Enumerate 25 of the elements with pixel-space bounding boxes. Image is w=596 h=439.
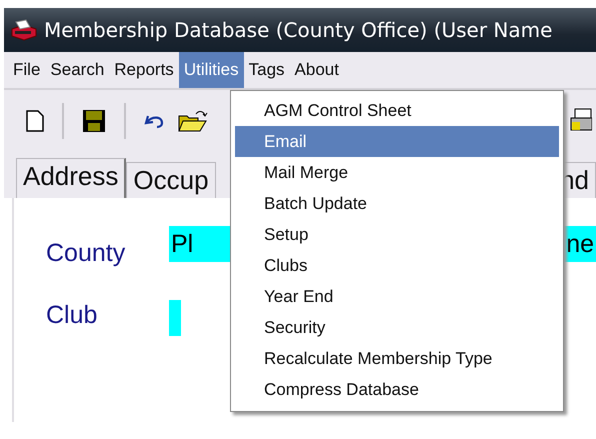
menu-item[interactable]: Reports	[109, 52, 179, 88]
menu-item[interactable]: AGM Control Sheet	[235, 95, 559, 126]
menu-item[interactable]: Email	[235, 126, 559, 157]
menu-item[interactable]: Recalculate Membership Type	[235, 343, 559, 374]
menu-item[interactable]: Tags	[244, 52, 290, 88]
app-icon	[10, 19, 38, 41]
save-icon[interactable]	[82, 109, 106, 133]
folder-icon[interactable]	[178, 109, 208, 133]
menu-item[interactable]: File	[8, 52, 46, 88]
menu-item[interactable]: Security	[235, 312, 559, 343]
window-title: Membership Database (County Office) (User Name	[44, 18, 552, 42]
tab[interactable]: Occup	[126, 162, 216, 198]
menu-item[interactable]: Search	[45, 52, 110, 88]
field-label: County	[45, 238, 126, 268]
menu-item[interactable]: Utilities	[178, 52, 244, 88]
tab[interactable]: Address	[16, 158, 126, 198]
new-document-icon[interactable]	[26, 110, 44, 132]
menu-item[interactable]: About	[290, 52, 344, 88]
undo-icon[interactable]	[144, 113, 166, 129]
field-label: Club	[45, 300, 98, 330]
menu-item[interactable]: Year End	[235, 281, 559, 312]
menu-item[interactable]: Compress Database	[235, 374, 559, 405]
menu-item[interactable]: Setup	[235, 219, 559, 250]
input-field[interactable]	[169, 300, 181, 336]
menu-item[interactable]: Clubs	[235, 250, 559, 281]
